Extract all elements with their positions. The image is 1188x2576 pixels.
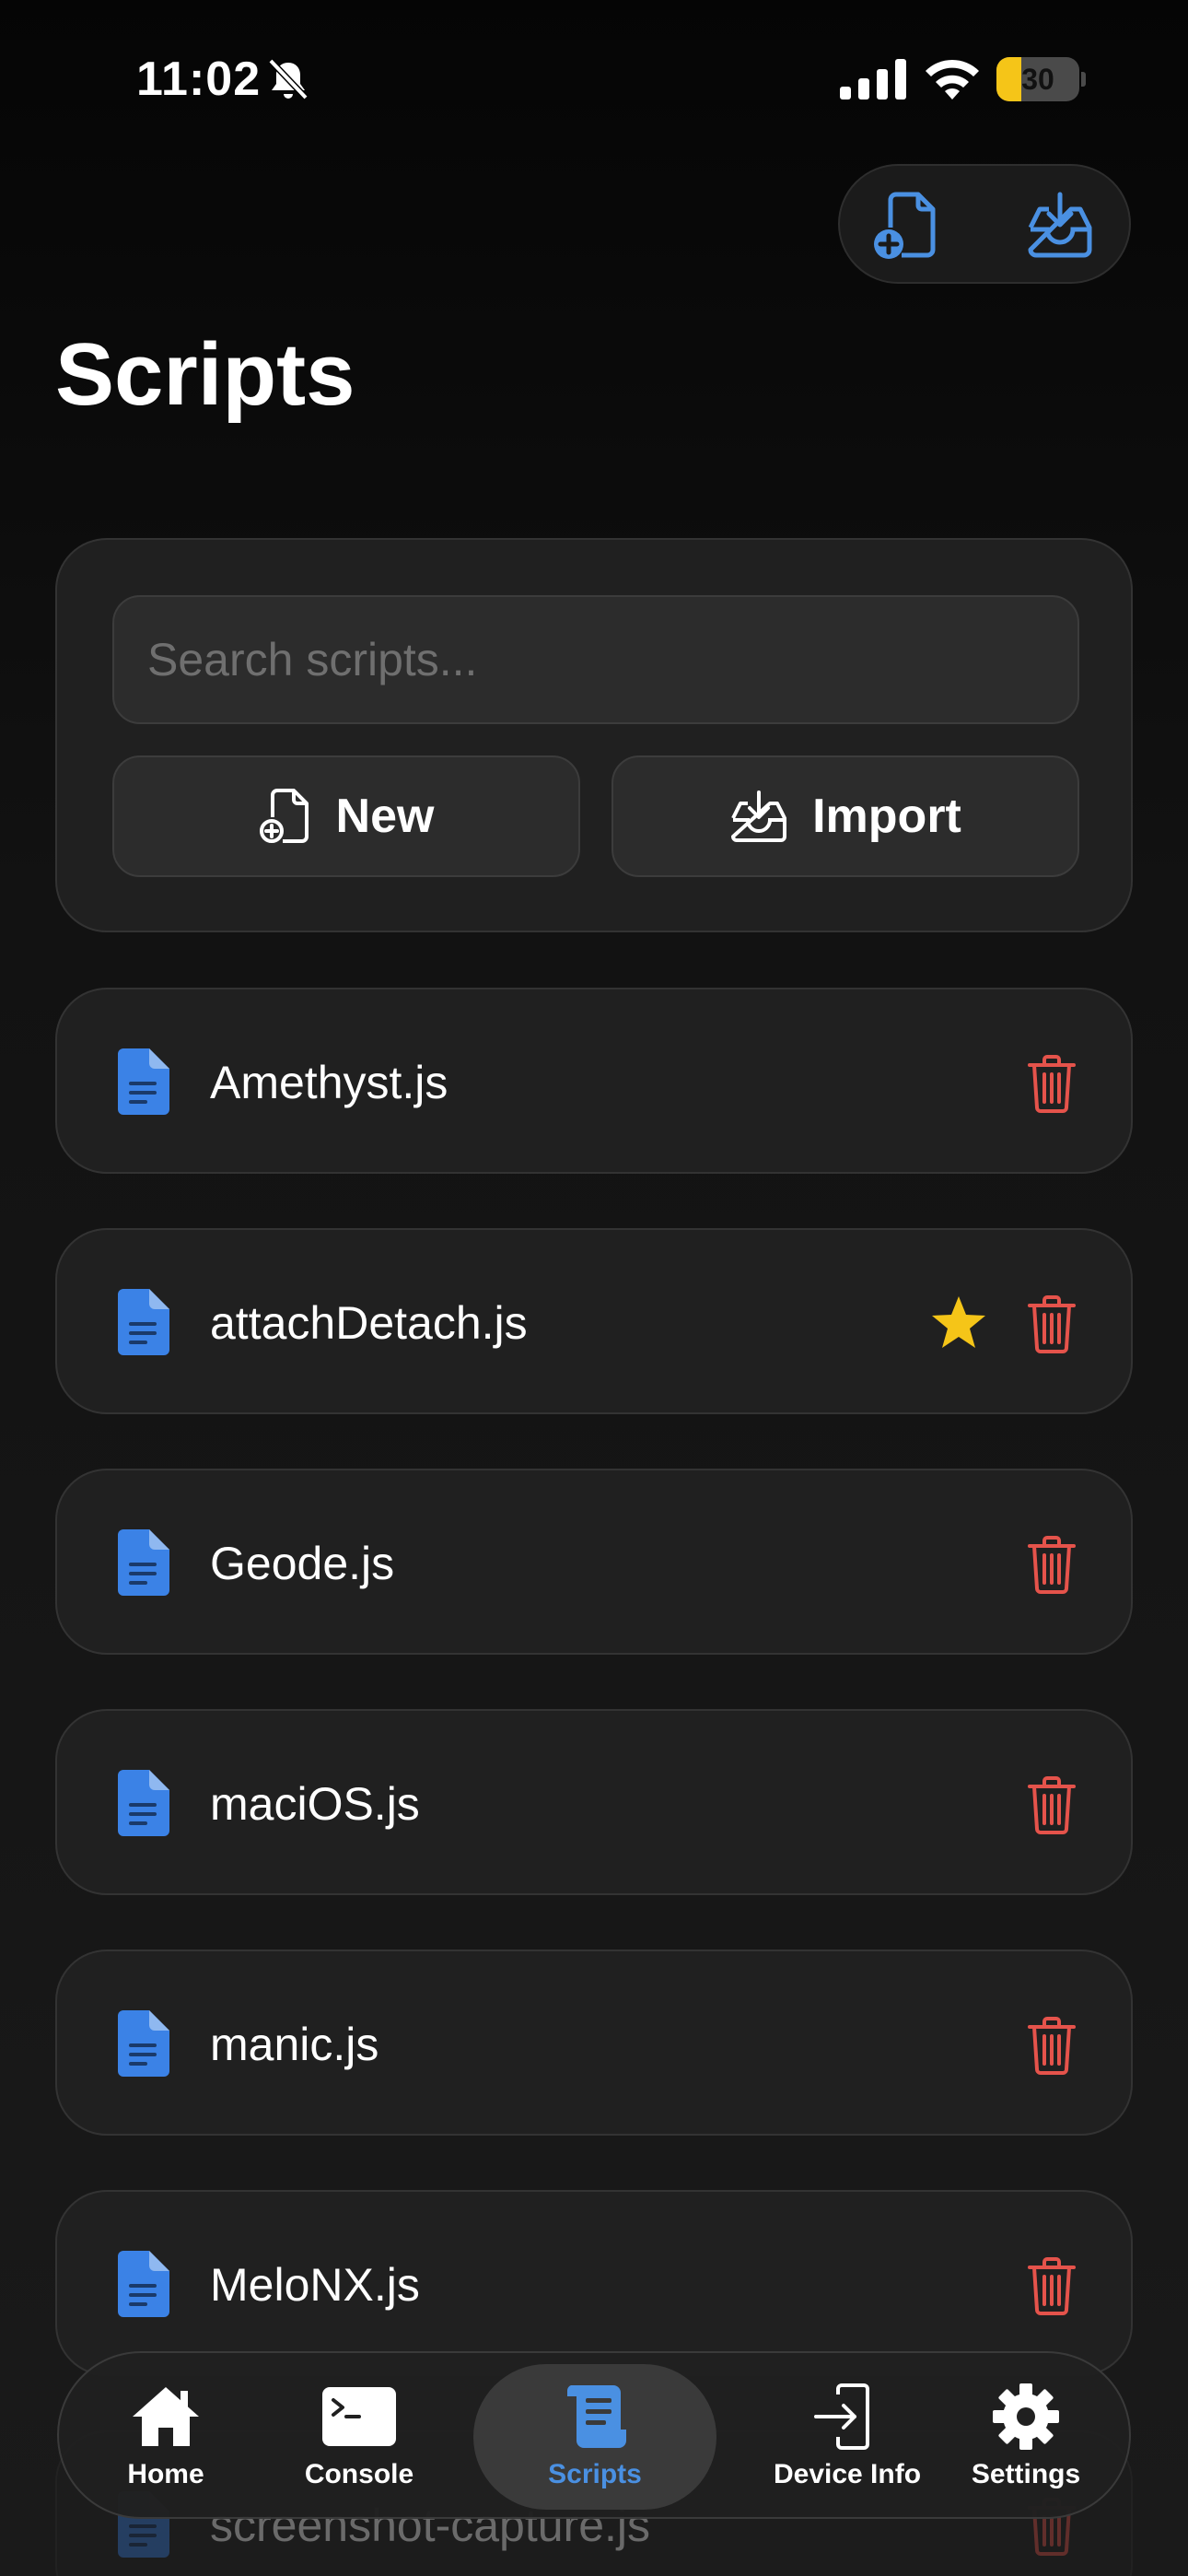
- gear-icon: [993, 2383, 1059, 2450]
- script-row[interactable]: manic.js: [55, 1950, 1133, 2136]
- file-icon: [118, 1529, 169, 1596]
- search-card: New Import: [55, 538, 1133, 932]
- page-title: Scripts: [55, 325, 355, 424]
- tab-device-info[interactable]: Device Info: [746, 2353, 949, 2521]
- wifi-icon: [926, 59, 979, 100]
- trash-icon: [1028, 2017, 1076, 2075]
- scroll-icon: [566, 2385, 626, 2448]
- top-actions-group: [838, 164, 1131, 284]
- import-script-top-button[interactable]: [1020, 186, 1100, 265]
- script-name: maciOS.js: [210, 1778, 420, 1830]
- tab-device-info-label: Device Info: [773, 2459, 922, 2489]
- trash-icon: [1028, 1536, 1076, 1594]
- script-name: attachDetach.js: [210, 1297, 528, 1349]
- status-time: 11:02: [136, 53, 262, 106]
- script-row[interactable]: maciOS.js: [55, 1709, 1133, 1895]
- trash-icon: [1028, 1295, 1076, 1353]
- trash-icon: [1028, 1055, 1076, 1113]
- file-icon: [118, 1770, 169, 1836]
- tab-scripts-label: Scripts: [548, 2459, 642, 2489]
- tab-console-label: Console: [304, 2459, 414, 2489]
- battery-indicator: 30: [996, 57, 1086, 101]
- script-name: MeloNX.js: [210, 2259, 420, 2311]
- tab-home-label: Home: [127, 2459, 204, 2489]
- new-button-label: New: [335, 790, 435, 843]
- doc-plus-icon: [874, 192, 936, 259]
- script-row[interactable]: Geode.js: [55, 1469, 1133, 1655]
- terminal-icon: [322, 2387, 396, 2446]
- script-row[interactable]: attachDetach.js: [55, 1228, 1133, 1414]
- import-button-label: Import: [812, 790, 961, 843]
- doc-plus-icon: [259, 789, 309, 843]
- script-name: manic.js: [210, 2019, 379, 2070]
- bell-slash-icon: [268, 58, 309, 100]
- import-script-button[interactable]: Import: [611, 755, 1079, 877]
- file-icon: [118, 1289, 169, 1355]
- new-script-top-button[interactable]: [868, 186, 947, 265]
- new-script-button[interactable]: New: [112, 755, 580, 877]
- search-input[interactable]: [112, 595, 1079, 724]
- tab-scripts[interactable]: Scripts: [473, 2364, 716, 2510]
- trash-icon: [1028, 1776, 1076, 1834]
- house-icon: [133, 2387, 199, 2446]
- scripts-screen: 11:02 30 Scripts Search scripts... New I…: [0, 0, 1188, 2576]
- file-icon: [118, 1048, 169, 1115]
- tab-home[interactable]: Home: [64, 2353, 267, 2521]
- battery-percent: 30: [1021, 63, 1054, 96]
- file-icon: [118, 2010, 169, 2077]
- tab-bar: Home Console Scripts Device Info Setting…: [57, 2351, 1131, 2519]
- script-row[interactable]: Amethyst.js: [55, 988, 1133, 1174]
- tab-console[interactable]: Console: [258, 2353, 460, 2521]
- trash-icon: [1028, 2257, 1076, 2315]
- script-name: Geode.js: [210, 1538, 395, 1589]
- script-row[interactable]: MeloNX.js: [55, 2190, 1133, 2376]
- tray-download-icon: [1028, 192, 1092, 258]
- tray-download-icon: [731, 790, 787, 842]
- tab-settings-label: Settings: [971, 2459, 1081, 2489]
- tab-settings[interactable]: Settings: [925, 2353, 1127, 2521]
- cellular-signal-icon: [840, 59, 906, 100]
- file-icon: [118, 2251, 169, 2317]
- device-enter-icon: [814, 2383, 869, 2450]
- script-name: Amethyst.js: [210, 1057, 448, 1108]
- star-icon[interactable]: [930, 1294, 987, 1352]
- status-bar: 11:02 30: [0, 0, 1188, 157]
